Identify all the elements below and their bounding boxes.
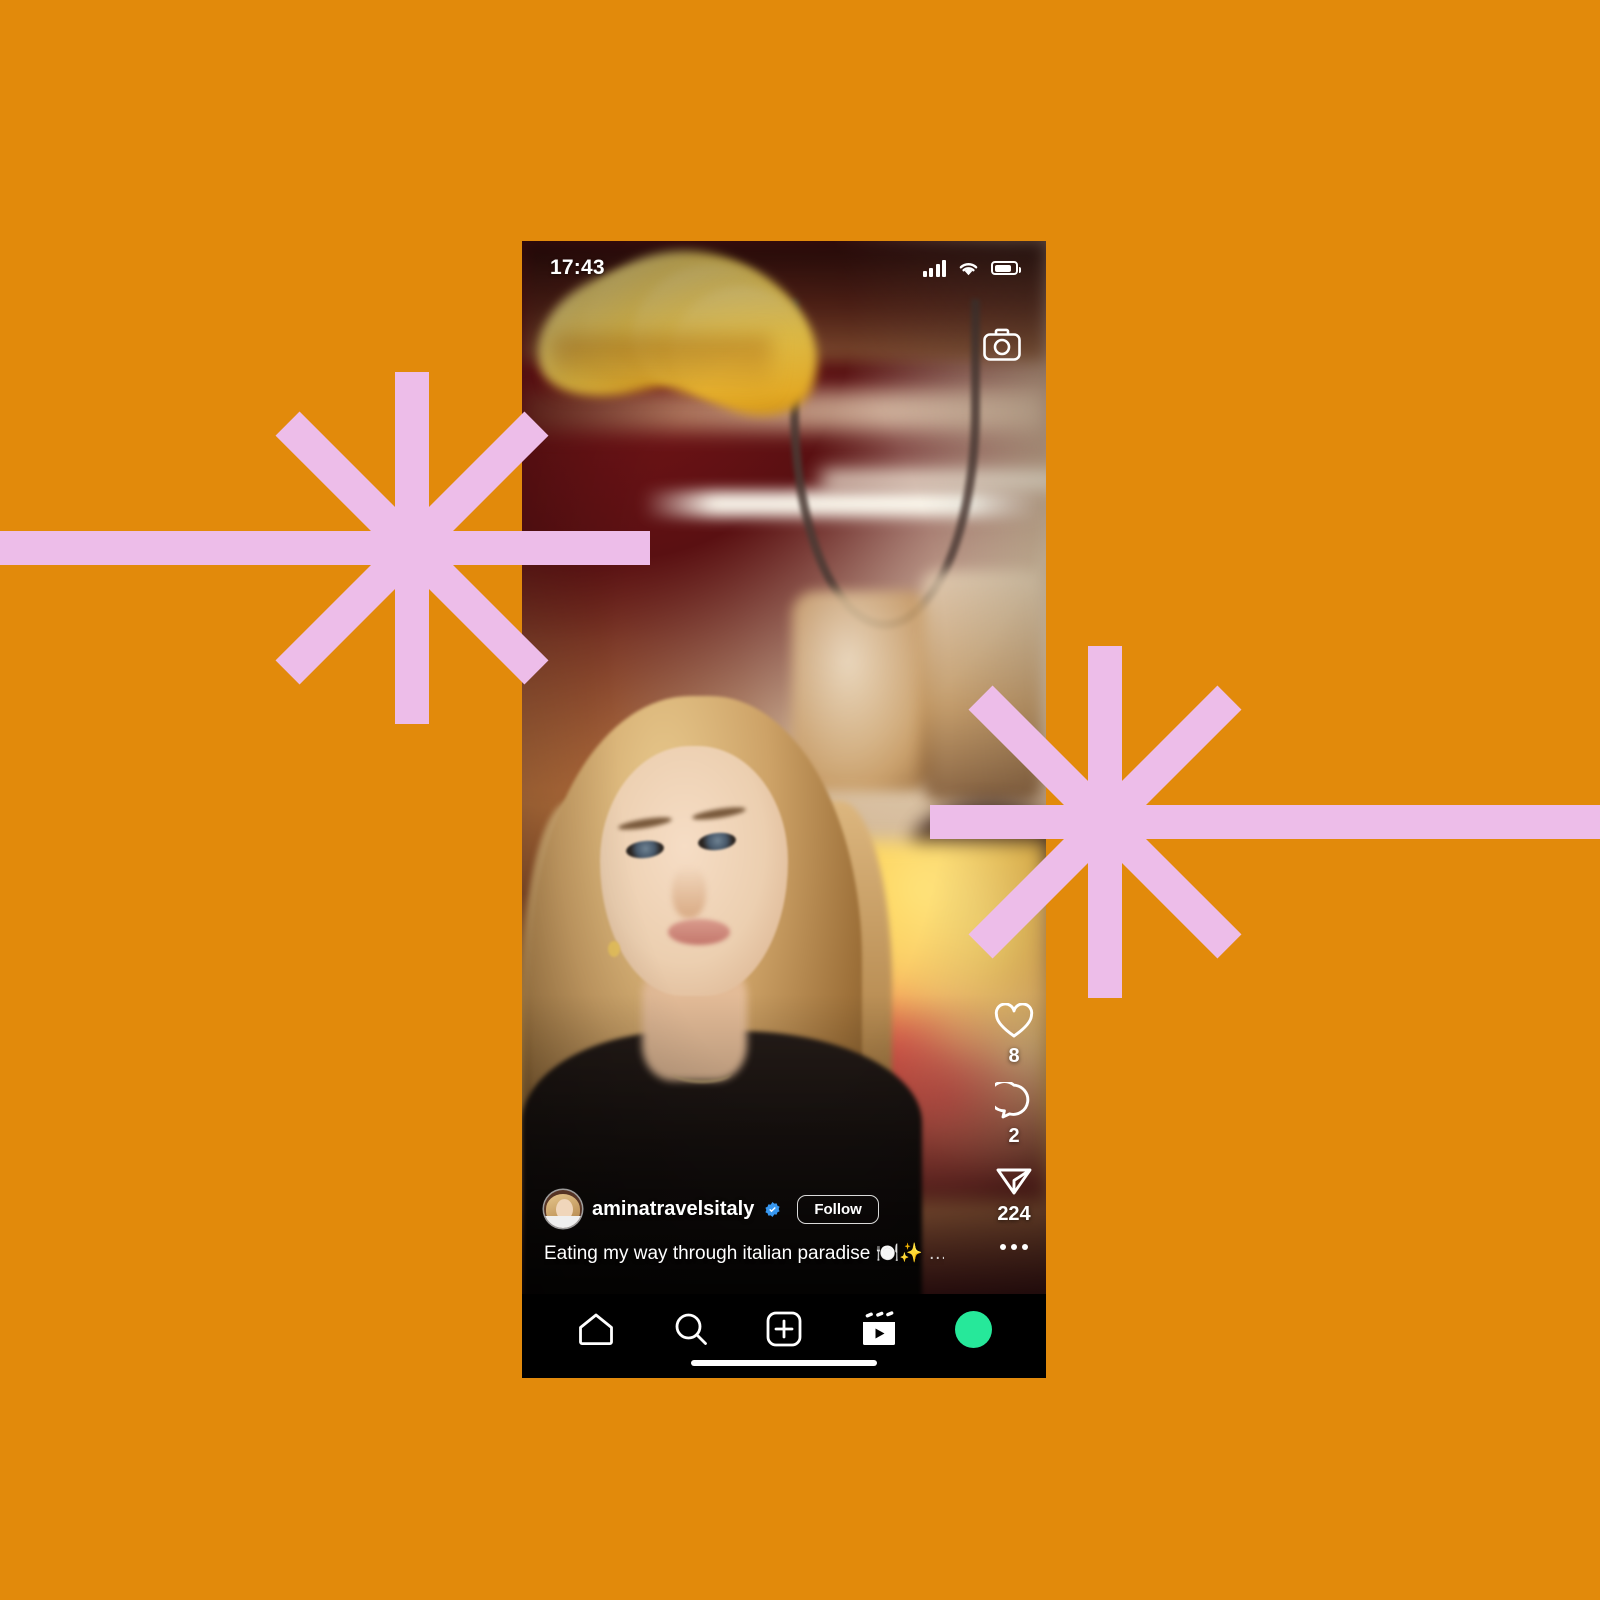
action-rail: 8 2 224 (994, 1003, 1034, 1256)
caption-more[interactable]: … (928, 1243, 944, 1264)
caption-text: Eating my way through italian paradise 🍽… (544, 1243, 923, 1265)
status-clock: 17:43 (550, 256, 605, 279)
sidebar-item-profile[interactable] (955, 1310, 993, 1348)
poster-canvas: 17:43 8 2 224 aminatravelsitaly Follow E… (0, 0, 1600, 1600)
sidebar-item-search[interactable] (672, 1310, 710, 1348)
verified-badge-icon (765, 1201, 780, 1217)
share-count: 224 (997, 1203, 1031, 1225)
heart-icon (994, 1003, 1034, 1038)
post-photo (522, 241, 1046, 1294)
like-count: 8 (1008, 1045, 1020, 1067)
more-options-icon[interactable] (1000, 1244, 1028, 1250)
username-label[interactable]: aminatravelsitaly (592, 1198, 754, 1221)
status-bar: 17:43 (522, 241, 1046, 295)
post-info: aminatravelsitaly Follow Eating my way t… (544, 1190, 944, 1266)
home-indicator-bar (691, 1360, 877, 1366)
reels-icon (863, 1311, 896, 1345)
status-icons (922, 259, 1021, 277)
reel-media[interactable]: 17:43 8 2 224 aminatravelsitaly Follow E… (522, 241, 1046, 1294)
user-row: aminatravelsitaly Follow (544, 1190, 944, 1229)
comment-count: 2 (1008, 1125, 1020, 1147)
comment-button[interactable]: 2 (995, 1082, 1033, 1148)
sidebar-item-create[interactable] (765, 1310, 803, 1348)
search-icon (675, 1313, 707, 1345)
like-button[interactable]: 8 (994, 1003, 1034, 1068)
rail-right (930, 805, 1600, 839)
comment-icon (995, 1082, 1030, 1119)
sidebar-item-reels[interactable] (859, 1310, 899, 1348)
camera-icon[interactable] (982, 327, 1022, 363)
follow-button[interactable]: Follow (797, 1194, 879, 1224)
cellular-bars-icon (922, 259, 946, 277)
wifi-icon (957, 260, 980, 277)
sidebar-item-home[interactable] (576, 1311, 616, 1347)
share-button[interactable]: 224 (994, 1162, 1034, 1226)
share-icon (996, 1168, 1032, 1195)
battery-icon (991, 261, 1021, 275)
avatar[interactable] (544, 1190, 582, 1229)
plus-box-icon (767, 1311, 802, 1347)
home-icon (578, 1313, 613, 1345)
post-caption[interactable]: Eating my way through italian paradise 🍽… (544, 1242, 944, 1266)
rail-left (0, 531, 650, 565)
